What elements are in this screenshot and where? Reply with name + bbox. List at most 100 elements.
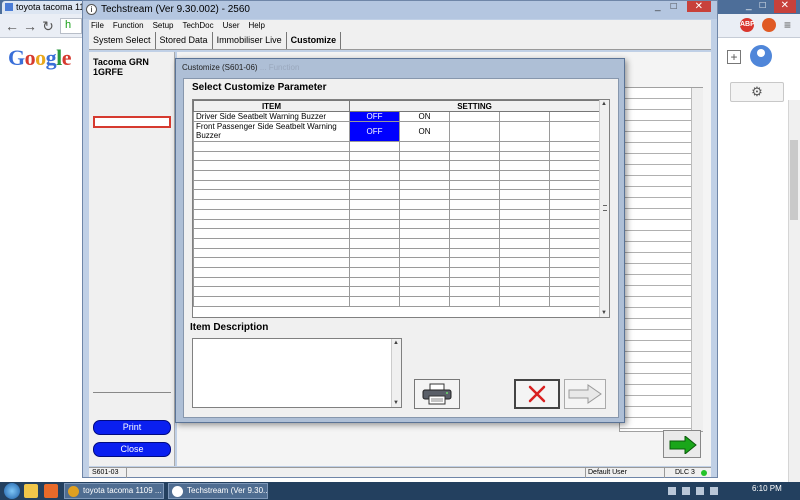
tab-stored-data[interactable]: Stored Data bbox=[156, 32, 213, 49]
maximize-icon[interactable]: □ bbox=[671, 1, 677, 12]
table-row-empty[interactable] bbox=[193, 237, 601, 249]
table-row-empty[interactable] bbox=[193, 170, 601, 181]
table-row-empty[interactable] bbox=[193, 208, 601, 220]
parameter-table: ITEM SETTING Driver Side Seatbelt Warnin… bbox=[192, 99, 610, 318]
extension-icon[interactable] bbox=[762, 18, 776, 32]
table-row-empty[interactable] bbox=[193, 228, 601, 239]
techstream-window-controls: _ □ ✕ bbox=[655, 1, 711, 12]
avatar[interactable] bbox=[750, 45, 772, 67]
clock[interactable]: 6:10 PM bbox=[752, 484, 782, 493]
techstream-tabs: System Select Stored Data Immobiliser Li… bbox=[89, 32, 711, 50]
table-row-empty[interactable] bbox=[193, 218, 601, 230]
table-row-empty[interactable] bbox=[193, 247, 601, 259]
table-row-empty[interactable] bbox=[193, 141, 601, 152]
close-button[interactable]: Close bbox=[93, 442, 171, 457]
table-row-empty[interactable] bbox=[193, 276, 601, 288]
vehicle-engine: 1GRFE bbox=[93, 67, 124, 77]
menu-techdoc[interactable]: TechDoc bbox=[182, 20, 213, 32]
table-row-empty[interactable] bbox=[193, 150, 601, 162]
scroll-down-icon[interactable]: ▼ bbox=[393, 400, 399, 406]
vehicle-panel: Tacoma GRN 1GRFE Print Close bbox=[89, 52, 175, 466]
start-button[interactable] bbox=[4, 483, 20, 499]
techstream-app-icon: i bbox=[86, 4, 97, 15]
column-header-setting: SETTING bbox=[348, 100, 601, 112]
tray-icon[interactable] bbox=[696, 487, 704, 495]
tab-immobiliser-live[interactable]: Immobiliser Live bbox=[213, 32, 287, 49]
menu-help[interactable]: Help bbox=[249, 20, 265, 32]
menu-function[interactable]: Function bbox=[113, 20, 144, 32]
forward-arrow-icon[interactable]: → bbox=[22, 18, 38, 34]
item-description-box: ▲ ▼ bbox=[192, 338, 402, 408]
table-row[interactable]: Driver Side Seatbelt Warning Buzzer OFF … bbox=[193, 111, 601, 122]
vehicle-name: Tacoma GRN bbox=[93, 57, 149, 67]
address-bar[interactable]: h bbox=[60, 18, 82, 34]
item-cell[interactable]: Driver Side Seatbelt Warning Buzzer bbox=[193, 111, 350, 122]
description-scrollbar[interactable]: ▲ ▼ bbox=[391, 339, 401, 407]
close-icon[interactable]: ✕ bbox=[773, 0, 796, 13]
menu-setup[interactable]: Setup bbox=[153, 20, 174, 32]
next-disabled-button[interactable] bbox=[564, 379, 606, 409]
minimize-icon[interactable]: _ bbox=[655, 1, 661, 12]
scroll-down-icon[interactable]: ▼ bbox=[601, 310, 607, 316]
maximize-icon[interactable]: □ bbox=[760, 0, 766, 13]
page-scrollbar-thumb[interactable] bbox=[790, 140, 798, 220]
table-row-empty[interactable] bbox=[193, 160, 601, 172]
setting-on-cell[interactable]: ON bbox=[399, 111, 450, 122]
reload-icon[interactable]: ↻ bbox=[40, 18, 56, 34]
table-row-empty[interactable] bbox=[193, 179, 601, 191]
menu-file[interactable]: File bbox=[91, 20, 104, 32]
status-code: S601-03 bbox=[91, 468, 127, 478]
next-button[interactable] bbox=[663, 430, 701, 458]
print-button[interactable]: Print bbox=[93, 420, 171, 435]
connection-indicator bbox=[93, 116, 171, 128]
minimize-icon[interactable]: _ bbox=[746, 0, 752, 13]
status-dlc: DLC 3 bbox=[675, 469, 695, 476]
windows-taskbar: toyota tacoma 1109 ... Techstream (Ver 9… bbox=[0, 482, 800, 500]
tray-icon[interactable] bbox=[668, 487, 676, 495]
table-row-empty[interactable] bbox=[193, 266, 601, 278]
cancel-button[interactable] bbox=[514, 379, 560, 409]
setting-off-cell[interactable]: OFF bbox=[349, 111, 400, 122]
table-row-empty[interactable] bbox=[193, 199, 601, 210]
background-grid-scrollbar[interactable] bbox=[691, 88, 703, 431]
table-row-empty[interactable] bbox=[193, 257, 601, 268]
chrome-menu-icon[interactable]: ≡ bbox=[784, 18, 792, 32]
status-led-icon bbox=[701, 470, 707, 476]
scroll-up-icon[interactable]: ▲ bbox=[393, 340, 399, 346]
back-arrow-icon[interactable]: ← bbox=[4, 18, 20, 34]
table-row-empty[interactable] bbox=[193, 286, 601, 297]
tab-customize[interactable]: Customize bbox=[287, 32, 342, 49]
add-icon[interactable]: + bbox=[727, 50, 741, 64]
gear-icon[interactable]: ⚙ bbox=[730, 82, 784, 102]
table-row-empty[interactable] bbox=[193, 296, 601, 307]
techstream-title: Techstream (Ver 9.30.002) - 2560 bbox=[101, 4, 250, 15]
scroll-grip-icon[interactable] bbox=[603, 205, 607, 211]
table-row-empty[interactable] bbox=[193, 189, 601, 201]
print-dialog-button[interactable] bbox=[414, 379, 460, 409]
techstream-titlebar: i Techstream (Ver 9.30.002) - 2560 bbox=[83, 1, 717, 19]
setting-on-cell[interactable]: ON bbox=[399, 121, 450, 142]
status-user: Default User bbox=[585, 468, 665, 478]
taskbar-chrome[interactable]: toyota tacoma 1109 ... bbox=[64, 483, 164, 499]
red-x-icon bbox=[528, 385, 546, 403]
item-cell[interactable]: Front Passenger Side Seatbelt Warning Bu… bbox=[193, 121, 350, 142]
adblock-icon[interactable]: ABP bbox=[740, 18, 755, 32]
explorer-icon[interactable] bbox=[24, 484, 38, 498]
tab-system-select[interactable]: System Select bbox=[89, 32, 156, 49]
taskbar-techstream[interactable]: Techstream (Ver 9.30... bbox=[168, 483, 268, 499]
scroll-up-icon[interactable]: ▲ bbox=[601, 101, 607, 107]
menu-user[interactable]: User bbox=[223, 20, 240, 32]
close-icon[interactable]: ✕ bbox=[686, 1, 711, 12]
printer-icon bbox=[422, 383, 452, 405]
table-row[interactable]: Front Passenger Side Seatbelt Warning Bu… bbox=[193, 121, 601, 142]
chrome-tab[interactable]: toyota tacoma 11 bbox=[2, 1, 90, 14]
right-arrow-icon bbox=[669, 436, 697, 454]
volume-icon[interactable] bbox=[710, 487, 718, 495]
chrome-icon bbox=[68, 486, 79, 497]
setting-off-cell[interactable]: OFF bbox=[349, 121, 400, 142]
dialog-body: Select Customize Parameter ITEM SETTING … bbox=[183, 78, 619, 418]
table-scrollbar[interactable]: ▲ ▼ bbox=[599, 100, 609, 317]
tray-icon[interactable] bbox=[682, 487, 690, 495]
right-arrow-icon bbox=[568, 384, 602, 404]
media-player-icon[interactable] bbox=[44, 484, 58, 498]
